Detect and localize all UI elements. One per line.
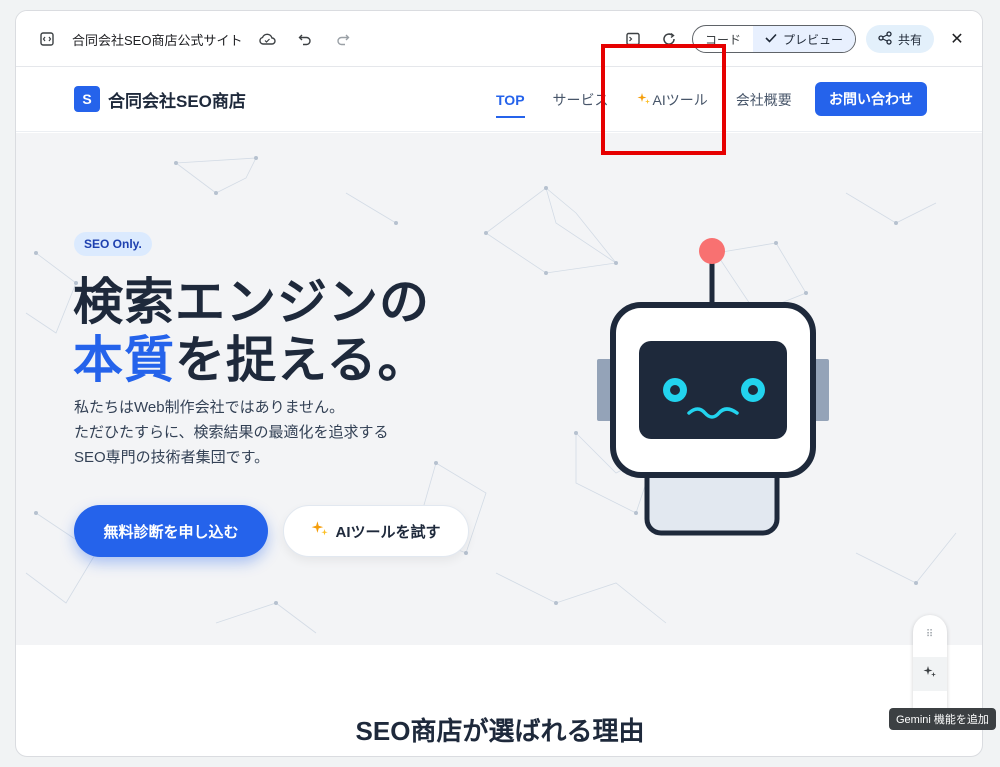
hero-section: SEO Only. 検索エンジンの 本質を捉える。 私たちはWeb制作会社ではあ… <box>16 133 982 645</box>
code-tab[interactable]: コード <box>693 26 753 52</box>
undo-icon[interactable] <box>292 26 318 52</box>
robot-illustration <box>597 238 829 536</box>
preview-tab-label: プレビュー <box>782 32 843 47</box>
nav-item-ai-tool-label: AIツール <box>652 92 708 108</box>
terminal-icon[interactable] <box>620 26 646 52</box>
headline-line-1: 検索エンジンの <box>73 274 430 330</box>
headline-accent: 本質 <box>73 332 175 388</box>
nav-item-ai-tool[interactable]: AIツール <box>637 68 708 132</box>
desc-line-3: SEO専門の技術者集団です。 <box>74 449 270 466</box>
desc-line-2: ただひたすらに、検索結果の最適化を追求する <box>74 424 389 441</box>
sparkle-icon <box>311 520 329 542</box>
headline-rest: を捉える。 <box>175 332 429 388</box>
contact-button[interactable]: お問い合わせ <box>815 82 927 116</box>
try-ai-tool-button[interactable]: AIツールを試す <box>283 505 469 557</box>
nav-item-service-label: サービス <box>552 92 609 108</box>
share-button[interactable]: 共有 <box>865 25 934 53</box>
preview-tab[interactable]: プレビュー <box>752 26 855 52</box>
headline-line-2: 本質を捉える。 <box>73 331 430 389</box>
check-icon <box>765 32 777 46</box>
sparkle-icon <box>637 92 651 109</box>
nav-item-top[interactable]: TOP <box>496 68 525 132</box>
refresh-icon[interactable] <box>656 26 682 52</box>
redo-icon[interactable] <box>330 26 356 52</box>
gemini-tooltip: Gemini 機能を追加 <box>889 708 996 730</box>
close-icon[interactable]: ✕ <box>944 26 970 52</box>
code-file-icon <box>34 26 60 52</box>
sparkle-icon <box>923 665 937 684</box>
file-title: 合同会社SEO商店公式サイト <box>72 32 243 48</box>
cloud-save-icon[interactable] <box>254 26 280 52</box>
brand-logo[interactable]: S 合同会社SEO商店 <box>74 86 246 112</box>
editor-toolbar: 合同会社SEO商店公式サイト コード プレビュー 共有 ✕ <box>16 11 982 67</box>
site-header: S 合同会社SEO商店 TOP サービス AIツール 会社概要 お問い合わせ <box>16 68 982 132</box>
drag-handle-icon[interactable]: ⠿ <box>913 629 947 640</box>
share-icon <box>878 30 892 48</box>
try-ai-tool-label: AIツールを試す <box>335 523 441 541</box>
code-tab-label: コード <box>704 32 741 47</box>
free-diagnosis-button[interactable]: 無料診断を申し込む <box>74 505 268 557</box>
logo-mark: S <box>74 86 100 112</box>
main-nav: TOP サービス AIツール 会社概要 <box>496 68 792 132</box>
app-window: 合同会社SEO商店公式サイト コード プレビュー 共有 ✕ S 合同会社SEO商… <box>15 10 983 757</box>
view-toggle: コード プレビュー <box>691 25 856 53</box>
nav-item-company-label: 会社概要 <box>735 92 792 108</box>
nav-item-service[interactable]: サービス <box>553 68 609 132</box>
gemini-sparkle-button[interactable] <box>913 657 947 691</box>
share-label: 共有 <box>897 32 922 47</box>
section-title: SEO商店が選ばれる理由 <box>355 716 645 746</box>
tagline-badge: SEO Only. <box>74 232 152 256</box>
nav-item-company[interactable]: 会社概要 <box>736 68 792 132</box>
hero-headline: 検索エンジンの 本質を捉える。 <box>73 273 430 389</box>
hero-description: 私たちはWeb制作会社ではありません。 ただひたすらに、検索結果の最適化を追求す… <box>74 395 389 470</box>
desc-line-1: 私たちはWeb制作会社ではありません。 <box>74 399 345 416</box>
nav-item-top-label: TOP <box>496 92 525 108</box>
brand-name: 合同会社SEO商店 <box>108 91 246 111</box>
